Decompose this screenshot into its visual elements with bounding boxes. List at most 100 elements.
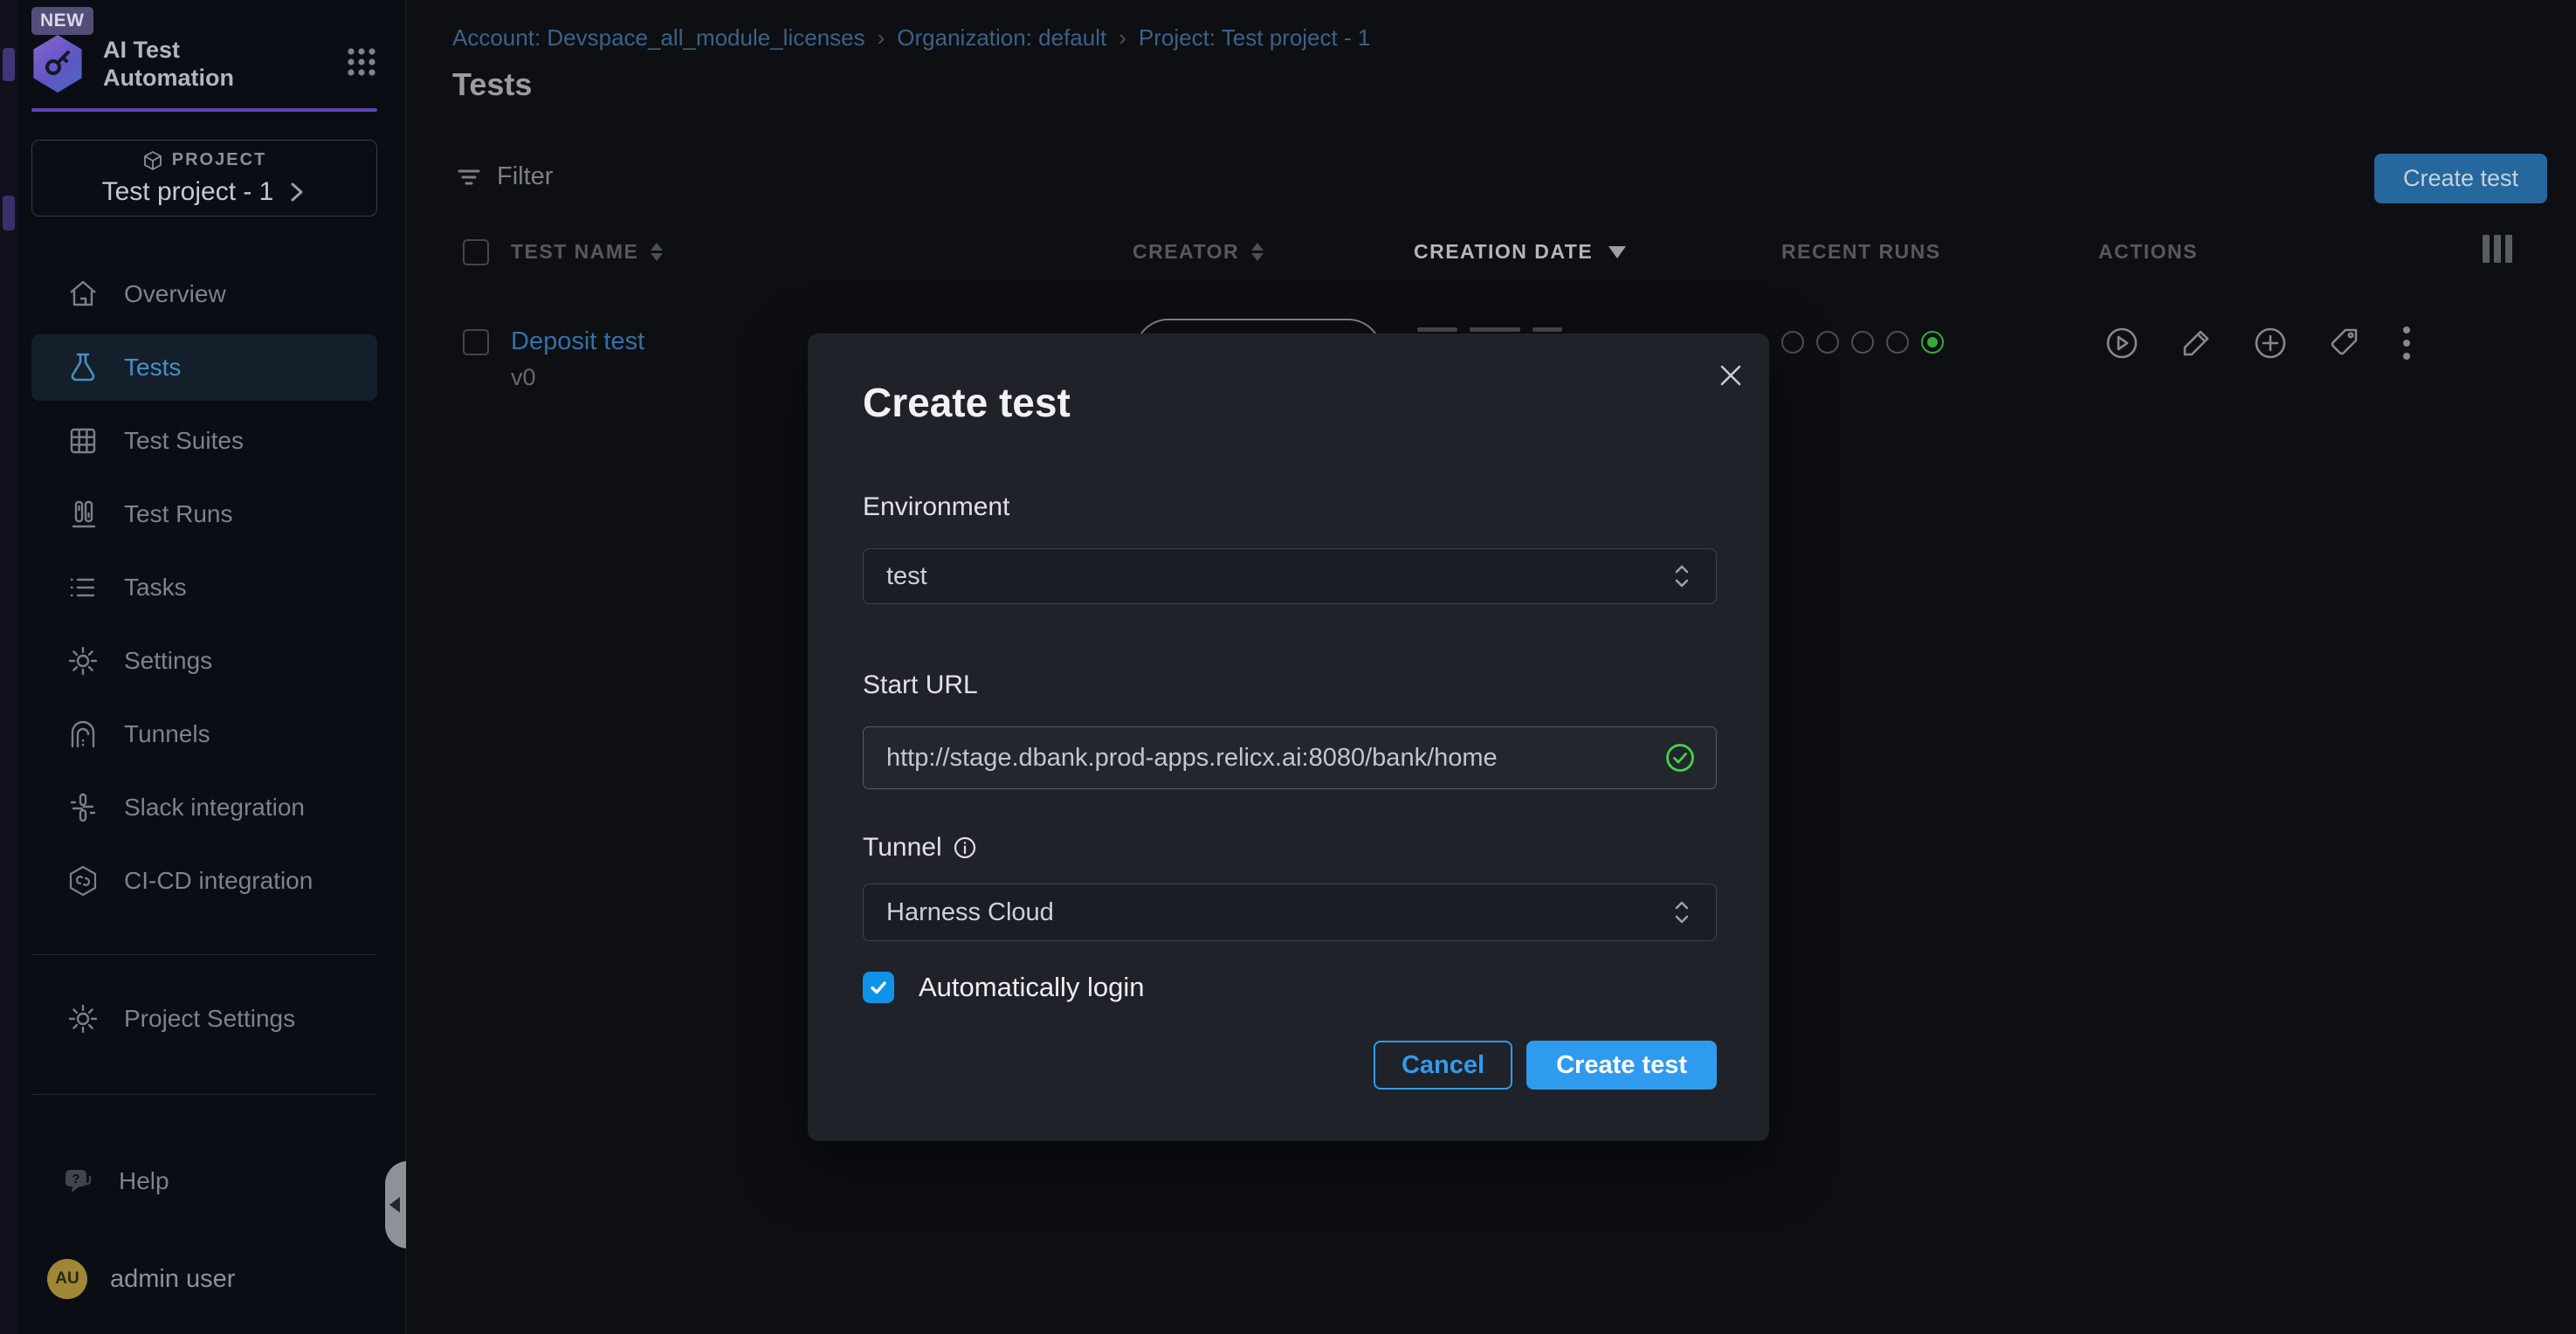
breadcrumb-separator: › — [1119, 24, 1126, 52]
run-status-dot[interactable] — [1851, 331, 1874, 354]
cicd-link-icon — [66, 864, 100, 897]
chevron-right-icon — [287, 181, 307, 203]
environment-select[interactable]: test — [863, 548, 1717, 604]
run-test-icon[interactable] — [2104, 325, 2140, 361]
auto-login-checkbox-row[interactable]: Automatically login — [863, 972, 1144, 1003]
project-name: Test project - 1 — [102, 177, 274, 207]
collapse-left-icon — [389, 1197, 400, 1213]
tunnel-label: Tunnel — [863, 833, 977, 863]
breadcrumb: Account: Devspace_all_module_licenses › … — [452, 24, 1370, 52]
cube-icon — [142, 150, 163, 171]
project-name-row: Test project - 1 — [102, 177, 307, 207]
sidebar-item-test-runs[interactable]: Test Runs — [17, 478, 405, 551]
edit-pencil-icon[interactable] — [2179, 326, 2214, 361]
sort-desc-icon — [1608, 246, 1626, 258]
run-status-dot[interactable] — [1886, 331, 1909, 354]
breadcrumb-project[interactable]: Project: Test project - 1 — [1139, 24, 1370, 52]
module-rail — [0, 0, 18, 1334]
environment-label: Environment — [863, 492, 1009, 522]
app-brand: AI Test Automation — [31, 33, 391, 94]
row-checkbox[interactable] — [463, 329, 489, 355]
task-list-icon — [66, 571, 100, 604]
flask-icon — [66, 351, 100, 384]
project-label: PROJECT — [172, 150, 266, 170]
project-label-row: PROJECT — [142, 150, 266, 171]
test-name-link[interactable]: Deposit test — [511, 327, 644, 356]
test-version: v0 — [511, 364, 536, 391]
page-title: Tests — [452, 66, 532, 103]
tunnel-icon — [66, 718, 100, 751]
create-test-submit-button[interactable]: Create test — [1526, 1041, 1717, 1090]
modal-buttons: Cancel Create test — [1374, 1041, 1717, 1090]
tag-icon[interactable] — [2327, 326, 2362, 361]
sidebar-item-cicd-integration[interactable]: CI-CD integration — [17, 844, 405, 918]
column-settings-icon[interactable] — [2483, 235, 2512, 263]
new-badge: NEW — [31, 7, 93, 35]
url-valid-check-icon — [1663, 741, 1697, 774]
app-window: NEW AI Test Automation — [0, 0, 2576, 1334]
module-rail-indicator — [3, 48, 15, 81]
run-status-dot[interactable] — [1816, 331, 1839, 354]
sort-arrows-icon — [651, 243, 663, 261]
select-all-checkbox[interactable] — [463, 239, 489, 265]
start-url-label: Start URL — [863, 670, 978, 700]
grid-icon — [66, 424, 100, 457]
select-chevrons-icon — [1670, 897, 1693, 928]
modal-title: Create test — [863, 379, 1071, 426]
column-header-test-name[interactable]: TEST NAME — [511, 240, 663, 264]
more-kebab-icon[interactable] — [2400, 324, 2413, 362]
info-icon[interactable] — [953, 835, 977, 860]
gear-icon — [66, 644, 100, 677]
sidebar-item-settings[interactable]: Settings — [17, 624, 405, 698]
filter-icon — [455, 163, 483, 191]
sidebar-item-project-settings[interactable]: Project Settings — [17, 982, 454, 1056]
home-icon — [66, 278, 100, 311]
sidebar-item-tunnels[interactable]: Tunnels — [17, 698, 405, 771]
breadcrumb-account[interactable]: Account: Devspace_all_module_licenses — [452, 24, 865, 52]
sort-arrows-icon — [1251, 243, 1264, 261]
auto-login-checkbox[interactable] — [863, 972, 894, 1003]
clipped-creation-date-text — [1417, 327, 1574, 332]
tunnel-select[interactable]: Harness Cloud — [863, 884, 1717, 941]
select-chevrons-icon — [1670, 560, 1693, 592]
check-icon — [869, 978, 888, 997]
create-test-modal: Create test Environment test Start URL h… — [808, 334, 1769, 1141]
app-title: AI Test Automation — [103, 36, 234, 92]
sidebar-item-slack-integration[interactable]: Slack integration — [17, 771, 405, 844]
column-header-creator[interactable]: CREATOR — [1133, 240, 1264, 264]
avatar: AU — [47, 1259, 87, 1299]
column-header-creation-date[interactable]: CREATION DATE — [1414, 240, 1626, 264]
close-icon[interactable] — [1715, 360, 1746, 391]
sidebar-collapse-handle[interactable] — [385, 1161, 408, 1248]
sidebar-item-help[interactable]: ? Help — [17, 1145, 449, 1218]
project-selector[interactable]: PROJECT Test project - 1 — [31, 140, 377, 217]
sidebar-item-test-suites[interactable]: Test Suites — [17, 404, 405, 478]
run-status-dot-passed[interactable] — [1921, 331, 1944, 354]
filter-button[interactable]: Filter — [455, 162, 553, 191]
add-plus-icon[interactable] — [2252, 325, 2289, 361]
user-menu[interactable]: AU admin user — [17, 1242, 405, 1316]
sidebar-item-tests[interactable]: Tests — [17, 331, 405, 404]
column-header-actions: ACTIONS — [2098, 240, 2198, 264]
cancel-button[interactable]: Cancel — [1374, 1041, 1512, 1090]
breadcrumb-organization[interactable]: Organization: default — [897, 24, 1106, 52]
help-chat-icon: ? — [61, 1165, 94, 1198]
sidebar-item-overview[interactable]: Overview — [17, 258, 405, 331]
column-header-recent-runs: RECENT RUNS — [1781, 240, 1941, 264]
user-name: admin user — [110, 1265, 235, 1294]
auto-login-label: Automatically login — [919, 972, 1144, 1003]
sidebar: NEW AI Test Automation — [17, 0, 406, 1334]
run-status-dot[interactable] — [1781, 331, 1804, 354]
sidebar-item-tasks[interactable]: Tasks — [17, 551, 405, 624]
sidebar-nav: Overview Tests Test Suites — [17, 258, 405, 918]
create-test-button-topbar[interactable]: Create test — [2374, 154, 2547, 203]
brand-accent-line — [31, 108, 377, 112]
sidebar-divider — [31, 954, 377, 955]
gear-icon — [66, 1002, 100, 1035]
slack-icon — [66, 791, 100, 824]
start-url-input[interactable]: http://stage.dbank.prod-apps.relicx.ai:8… — [863, 726, 1717, 789]
recent-runs — [1781, 331, 1944, 354]
apps-grid-icon[interactable] — [346, 46, 377, 82]
row-actions — [2104, 324, 2413, 362]
app-logo-icon — [31, 35, 84, 93]
